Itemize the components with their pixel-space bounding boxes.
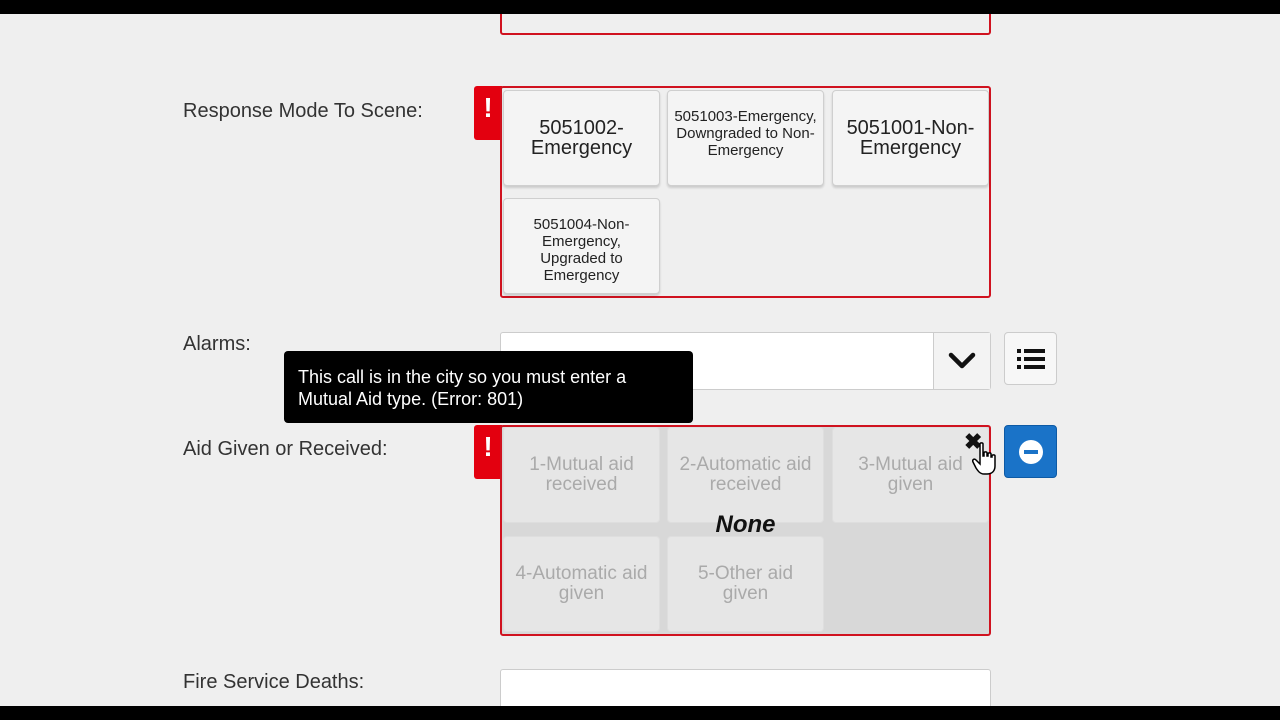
aid-selected-value: None <box>715 511 776 538</box>
aid-label: Aid Given or Received: <box>183 438 388 460</box>
option-other-aid-given[interactable]: 5-Other aid given <box>667 536 824 632</box>
error-flag-icon: ! <box>474 425 502 479</box>
form-screen: Response Mode To Scene: ! 5051002-Emerge… <box>0 14 1280 706</box>
option-non-emergency-upgraded[interactable]: 5051004-Non-Emergency, Upgraded to Emerg… <box>503 198 660 294</box>
response-mode-label: Response Mode To Scene: <box>183 100 423 122</box>
option-automatic-aid-received[interactable]: 2-Automatic aid received <box>667 427 824 523</box>
fire-deaths-input[interactable] <box>500 669 991 706</box>
previous-option-group <box>500 14 991 35</box>
option-emergency-downgraded[interactable]: 5051003-Emergency, Downgraded to Non-Eme… <box>667 90 824 186</box>
minus-circle-icon[interactable] <box>1004 425 1057 478</box>
error-flag-icon: ! <box>474 86 502 140</box>
chevron-down-icon[interactable] <box>933 333 990 389</box>
error-tooltip: This call is in the city so you must ent… <box>284 351 693 423</box>
fire-deaths-label: Fire Service Deaths: <box>183 671 365 693</box>
option-automatic-aid-given[interactable]: 4-Automatic aid given <box>503 536 660 632</box>
hand-cursor-icon <box>972 442 998 481</box>
response-mode-options: 5051002-Emergency 5051003-Emergency, Dow… <box>500 86 991 298</box>
list-icon[interactable] <box>1004 332 1057 385</box>
option-mutual-aid-received[interactable]: 1-Mutual aid received <box>503 427 660 523</box>
alarms-label: Alarms: <box>183 333 251 355</box>
option-non-emergency[interactable]: 5051001-Non-Emergency <box>832 90 989 186</box>
option-emergency[interactable]: 5051002-Emergency <box>503 90 660 186</box>
